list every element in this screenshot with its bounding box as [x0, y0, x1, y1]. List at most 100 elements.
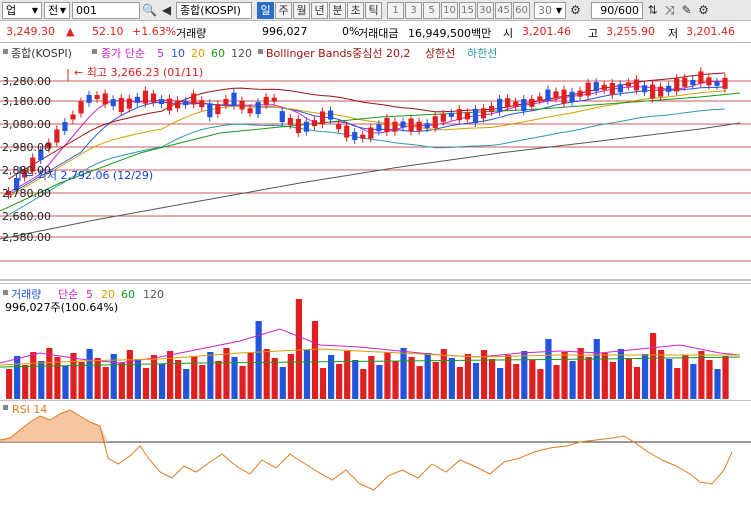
market-type-select[interactable]: 업 ▼ — [2, 1, 42, 19]
candle-body — [456, 109, 462, 121]
interval-15[interactable]: 15 — [459, 1, 476, 19]
volume-bar — [674, 368, 681, 399]
legend-bullet — [92, 49, 97, 54]
volume-bar — [690, 364, 697, 399]
search-icon[interactable]: 🔍 — [142, 3, 157, 18]
volume-bar — [158, 364, 166, 399]
candle-body — [617, 84, 623, 93]
edit-icon[interactable]: ✎ — [679, 3, 694, 18]
tab-second[interactable]: 초 — [347, 1, 364, 19]
volume-bar — [641, 354, 649, 399]
compress-icon[interactable]: ⤨ — [662, 3, 677, 18]
candle-body — [569, 91, 575, 102]
candle-body — [601, 84, 607, 90]
rsi-chart[interactable]: RSI 14 — [0, 400, 751, 513]
candle-body — [231, 92, 237, 106]
y-tick-label: 2,680.00 — [2, 210, 51, 223]
gear-icon[interactable]: ⚙ — [696, 3, 711, 18]
index-name-field[interactable]: 종합(KOSPI) — [176, 1, 252, 19]
volume-bar — [78, 362, 85, 399]
volume-bar — [231, 357, 238, 399]
interval-60[interactable]: 60 — [513, 1, 530, 19]
interval-3[interactable]: 3 — [405, 1, 422, 19]
volume-bar — [191, 356, 198, 399]
settings-icon[interactable]: ⚙ — [568, 3, 583, 18]
ma120-legend: 120 — [231, 47, 252, 60]
y-tick-label: 3,180.00 — [2, 95, 51, 108]
tab-month[interactable]: 월 — [293, 1, 310, 19]
volume-bar — [440, 349, 447, 399]
volume-bar — [70, 353, 77, 399]
interval-30[interactable]: 30 — [477, 1, 494, 19]
tab-minute[interactable]: 분 — [329, 1, 346, 19]
volume-bar — [585, 357, 592, 399]
bb-upper-legend: 상한선 — [425, 47, 455, 60]
volume-bar — [416, 366, 423, 399]
interval-45[interactable]: 45 — [495, 1, 512, 19]
interval-5[interactable]: 5 — [423, 1, 440, 19]
candle-body — [609, 82, 615, 95]
volume-bar — [303, 350, 311, 399]
candle-body — [344, 125, 350, 138]
candle-body — [150, 93, 157, 103]
volume-bar — [456, 367, 463, 399]
candle-body — [134, 96, 140, 103]
candle-body — [521, 99, 527, 112]
candle-body — [175, 100, 181, 109]
candle-body — [207, 103, 213, 118]
candle-body — [223, 98, 229, 105]
volume-bar — [432, 362, 439, 399]
amount-value: 16,949,500백만 — [408, 27, 492, 40]
candle-body — [489, 105, 495, 112]
bb-center-legend: Bollinger Bands중심선 20,2 — [266, 47, 411, 60]
count-field[interactable]: 90/600 — [591, 1, 643, 19]
toolbar: 업 ▼ 전 ▼ 001 🔍 ◀ 종합(KOSPI) 일 주 월 년 분 초 틱 1 … — [0, 0, 751, 21]
price-chart[interactable]: 3,280.003,180.003,080.002,980.002,880.00… — [0, 43, 751, 281]
low-value: 3,201.46 — [686, 25, 735, 38]
index-name-value: 종합(KOSPI) — [180, 4, 241, 17]
interval-input[interactable]: 30 ▼ — [534, 1, 566, 19]
candle-body — [255, 102, 261, 115]
speaker-icon[interactable]: ◀ — [159, 3, 174, 18]
candle-body — [408, 118, 414, 132]
candle-body — [464, 112, 471, 120]
volume-bar — [239, 366, 246, 399]
scroll-icon[interactable]: ⇅ — [645, 3, 660, 18]
volume-label: 거래량 — [176, 27, 207, 40]
ma60-legend: 60 — [211, 47, 225, 60]
candle-body — [158, 99, 165, 105]
candle-body — [319, 111, 326, 125]
volume-bar — [601, 353, 608, 399]
ma20-legend: 20 — [191, 47, 205, 60]
y-tick-label: 3,280.00 — [2, 75, 51, 88]
interval-1[interactable]: 1 — [387, 1, 404, 19]
tab-year[interactable]: 년 — [311, 1, 328, 19]
vol-ma5-legend: 5 — [86, 288, 93, 301]
scope-select[interactable]: 전 ▼ — [44, 1, 70, 19]
high-value: 3,255.90 — [606, 25, 655, 38]
volume-bar — [360, 369, 367, 399]
volume-chart[interactable]: 거래량 단순 5 20 60 120 996,027주(100.64%) — [0, 283, 751, 399]
volume-bar — [126, 350, 133, 399]
vol-ma60-legend: 60 — [121, 288, 135, 301]
interval-10[interactable]: 10 — [441, 1, 458, 19]
candle-body — [472, 108, 479, 123]
candle-body — [303, 121, 310, 132]
rsi-label: RSI 14 — [12, 403, 47, 416]
code-input[interactable]: 001 — [72, 1, 140, 19]
min-annotation: ← 최저 2,792.06 (12/29) — [24, 169, 153, 182]
tab-day[interactable]: 일 — [257, 1, 274, 19]
candle-body — [279, 111, 285, 123]
tab-week[interactable]: 주 — [275, 1, 292, 19]
volume-bar — [489, 359, 496, 399]
volume-bar — [384, 352, 391, 399]
volume-bar — [633, 367, 641, 399]
tab-tick[interactable]: 틱 — [365, 1, 382, 19]
low-label: 저 — [668, 27, 679, 40]
candle-body — [287, 118, 293, 126]
chevron-down-icon: ▼ — [31, 5, 38, 15]
volume-bar — [86, 349, 93, 399]
volume-bar — [6, 369, 13, 399]
legend-bullet — [3, 405, 8, 410]
candle-body — [698, 71, 704, 84]
